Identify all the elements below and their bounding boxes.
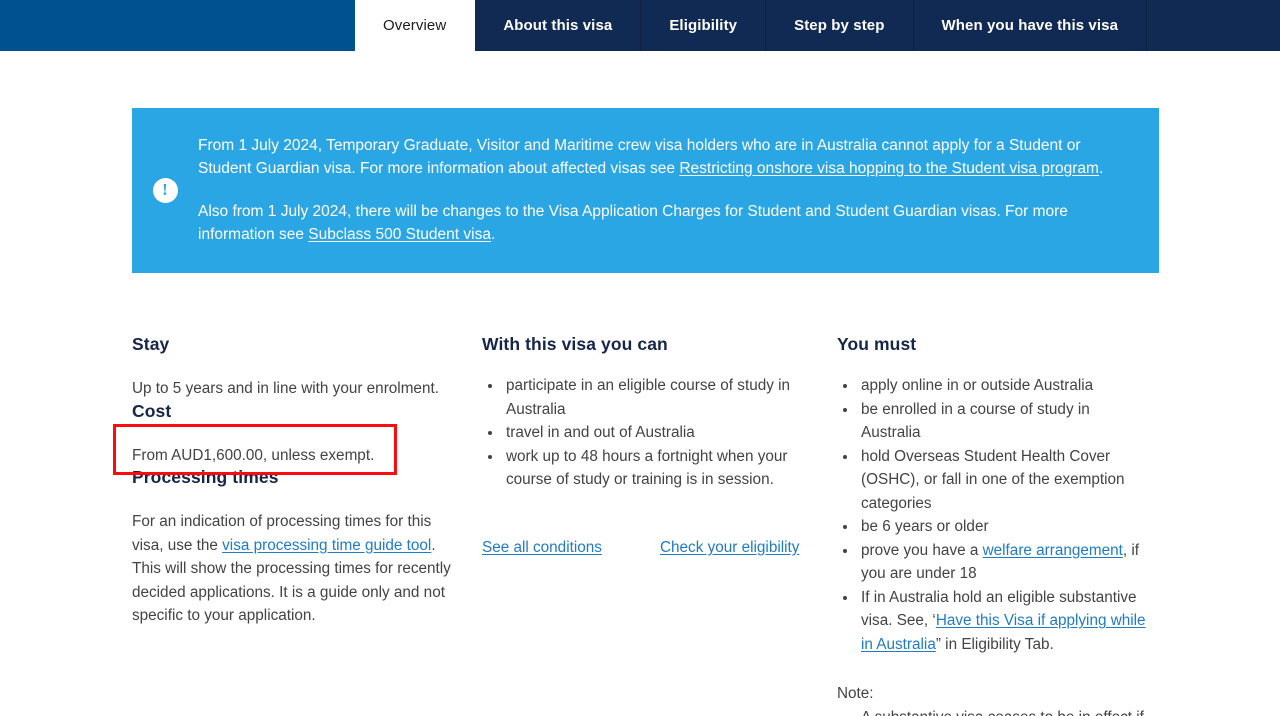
list-item-welfare: prove you have a welfare arrangement, if… xyxy=(858,539,1152,586)
cost-value-wrap: From AUD1,600.00, unless exempt. xyxy=(113,423,452,475)
alert-banner: ! From 1 July 2024, Temporary Graduate, … xyxy=(132,108,1159,273)
heading-processing-times: Processing times xyxy=(132,467,279,487)
exclamation-icon: ! xyxy=(152,178,178,203)
tab-step-by-step[interactable]: Step by step xyxy=(766,0,914,51)
heading-cost: Cost xyxy=(132,400,172,421)
list-item: be 6 years or older xyxy=(858,515,1152,539)
link-see-all-conditions[interactable]: See all conditions xyxy=(482,539,602,556)
list-item: apply online in or outside Australia xyxy=(858,374,1152,398)
tab-step-by-step-label: Step by step xyxy=(794,17,885,34)
check-eligibility-wrap: Check your eligibility xyxy=(660,539,799,557)
tab-when-you-have-this-visa-label: When you have this visa xyxy=(941,17,1119,34)
column-with-this-visa-you-can: With this visa you can participate in an… xyxy=(482,334,837,716)
page-content: ! From 1 July 2024, Temporary Graduate, … xyxy=(0,108,1280,716)
stay-description: Up to 5 years and in line with your enro… xyxy=(132,380,439,397)
tab-about-this-visa[interactable]: About this visa xyxy=(475,0,642,51)
tab-overview[interactable]: Overview xyxy=(355,0,476,51)
alert-icon-wrap: ! xyxy=(132,178,198,203)
link-check-your-eligibility[interactable]: Check your eligibility xyxy=(660,539,799,556)
must-list: apply online in or outside Australia be … xyxy=(837,374,1152,656)
info-columns: Stay Up to 5 years and in line with your… xyxy=(0,334,1280,716)
note-text-before: A substantive visa ceases to be in effec… xyxy=(861,709,1144,716)
alert-link-restricting-onshore-visa-hopping[interactable]: Restricting onshore visa hopping to the … xyxy=(679,160,1099,177)
tab-eligibility[interactable]: Eligibility xyxy=(641,0,767,51)
primary-tab-bar: Overview About this visa Eligibility Ste… xyxy=(0,0,1280,51)
tab-about-this-visa-label: About this visa xyxy=(503,17,613,34)
heading-stay: Stay xyxy=(132,334,170,354)
column-stay: Stay Up to 5 years and in line with your… xyxy=(113,334,482,716)
tabbar-left-fill xyxy=(0,0,355,51)
note-list: A substantive visa ceases to be in effec… xyxy=(837,706,1152,716)
alert-link-subclass-500-student-visa[interactable]: Subclass 500 Student visa xyxy=(308,226,491,243)
list-item: hold Overseas Student Health Cover (OSHC… xyxy=(858,445,1152,516)
tabbar-right-fill xyxy=(1147,0,1280,51)
alert-p2-text-after: . xyxy=(490,225,496,243)
list-item: travel in and out of Australia xyxy=(503,421,807,445)
list-item: work up to 48 hours a fortnight when you… xyxy=(503,445,807,492)
column-you-must: You must apply online in or outside Aust… xyxy=(837,334,1182,716)
list-item-note: A substantive visa ceases to be in effec… xyxy=(858,706,1152,716)
see-all-conditions-wrap: See all conditions xyxy=(482,539,660,557)
alert-p1-text-after: . xyxy=(1098,159,1104,177)
list-item-substantive: If in Australia hold an eligible substan… xyxy=(858,586,1152,657)
cost-value: From AUD1,600.00, unless exempt. xyxy=(132,446,375,464)
alert-paragraph-1: From 1 July 2024, Temporary Graduate, Vi… xyxy=(198,135,1135,180)
link-visa-processing-time-guide-tool[interactable]: visa processing time guide tool xyxy=(222,537,431,554)
alert-paragraph-2: Also from 1 July 2024, there will be cha… xyxy=(198,201,1135,246)
substantive-text-after: ” in Eligibility Tab. xyxy=(935,635,1054,653)
welfare-text-before: prove you have a xyxy=(861,541,983,559)
list-item: participate in an eligible course of stu… xyxy=(503,374,807,421)
list-item: be enrolled in a course of study in Aust… xyxy=(858,398,1152,445)
alert-body: From 1 July 2024, Temporary Graduate, Vi… xyxy=(198,135,1135,246)
can-list: participate in an eligible course of stu… xyxy=(482,374,807,492)
tab-when-you-have-this-visa[interactable]: When you have this visa xyxy=(913,0,1148,51)
heading-with-this-visa-you-can: With this visa you can xyxy=(482,334,668,354)
heading-you-must: You must xyxy=(837,334,917,354)
tab-overview-label: Overview xyxy=(383,17,447,34)
link-welfare-arrangement[interactable]: welfare arrangement xyxy=(983,542,1123,559)
note-label: Note: xyxy=(837,685,874,702)
can-links-row: See all conditions Check your eligibilit… xyxy=(482,539,807,557)
processing-times-description: For an indication of processing times fo… xyxy=(132,510,452,628)
tab-eligibility-label: Eligibility xyxy=(669,17,738,34)
